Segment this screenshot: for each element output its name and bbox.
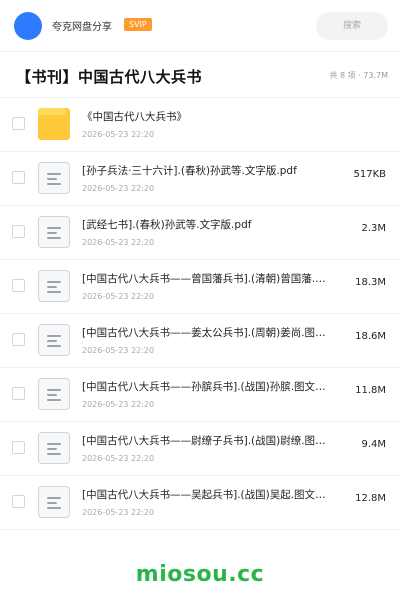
file-size: 18.6M <box>355 331 386 342</box>
document-icon <box>38 216 70 248</box>
file-name[interactable]: [中国古代八大兵书——孙膑兵书].(战国)孙膑.图文版.pdf <box>82 379 332 394</box>
file-row[interactable]: [中国古代八大兵书——曾国藩兵书].(清朝)曾国藩.图文版.pdf 2026-05… <box>0 260 400 314</box>
svip-badge: SVIP <box>124 18 152 31</box>
file-size: 9.4M <box>361 439 386 450</box>
select-checkbox[interactable] <box>12 387 25 400</box>
file-name[interactable]: 《中国古代八大兵书》 <box>82 109 332 124</box>
file-row[interactable]: [孙子兵法·三十六计].(春秋)孙武等.文字版.pdf 2026-05-23 22… <box>0 152 400 206</box>
file-row[interactable]: [武经七书].(春秋)孙武等.文字版.pdf 2026-05-23 22:20 2.… <box>0 206 400 260</box>
folder-header: 【书刊】中国古代八大兵书 共 8 项 · 73.7M <box>0 52 400 98</box>
page-title: 【书刊】中国古代八大兵书 <box>16 68 203 86</box>
watermark: miosou.cc <box>135 562 265 587</box>
select-checkbox[interactable] <box>12 225 25 238</box>
username[interactable]: 夸克网盘分享 <box>52 18 112 33</box>
document-icon <box>38 378 70 410</box>
file-date: 2026-05-23 22:20 <box>82 130 155 139</box>
file-row[interactable]: [中国古代八大兵书——吴起兵书].(战国)吴起.图文版.pdf 2026-05-2… <box>0 476 400 530</box>
folder-meta: 共 8 项 · 73.7M <box>329 71 388 80</box>
search-input[interactable]: 搜索 <box>316 12 388 40</box>
document-icon <box>38 324 70 356</box>
document-icon <box>38 432 70 464</box>
document-icon <box>38 162 70 194</box>
file-row[interactable]: [中国古代八大兵书——姜太公兵书].(周朝)姜尚.图文版.pdf 2026-05-… <box>0 314 400 368</box>
select-checkbox[interactable] <box>12 495 25 508</box>
document-icon <box>38 270 70 302</box>
file-name[interactable]: [中国古代八大兵书——尉缭子兵书].(战国)尉缭.图文版.pdf <box>82 433 332 448</box>
select-checkbox[interactable] <box>12 171 25 184</box>
top-bar: 夸克网盘分享 SVIP 搜索 <box>0 0 400 52</box>
file-date: 2026-05-23 22:20 <box>82 400 155 409</box>
avatar[interactable] <box>14 12 42 40</box>
file-name[interactable]: [中国古代八大兵书——吴起兵书].(战国)吴起.图文版.pdf <box>82 487 332 502</box>
select-checkbox[interactable] <box>12 441 25 454</box>
file-row[interactable]: [中国古代八大兵书——尉缭子兵书].(战国)尉缭.图文版.pdf 2026-05-… <box>0 422 400 476</box>
file-name[interactable]: [武经七书].(春秋)孙武等.文字版.pdf <box>82 217 332 232</box>
file-size: 517KB <box>353 169 386 180</box>
file-name[interactable]: [中国古代八大兵书——曾国藩兵书].(清朝)曾国藩.图文版.pdf <box>82 271 332 286</box>
file-list: 《中国古代八大兵书》 2026-05-23 22:20 [孙子兵法·三十六计].(春… <box>0 98 400 530</box>
file-date: 2026-05-23 22:20 <box>82 508 155 517</box>
file-date: 2026-05-23 22:20 <box>82 454 155 463</box>
select-checkbox[interactable] <box>12 333 25 346</box>
file-date: 2026-05-23 22:20 <box>82 184 155 193</box>
file-row[interactable]: [中国古代八大兵书——孙膑兵书].(战国)孙膑.图文版.pdf 2026-05-2… <box>0 368 400 422</box>
document-icon <box>38 486 70 518</box>
file-size: 2.3M <box>361 223 386 234</box>
select-checkbox[interactable] <box>12 279 25 292</box>
file-date: 2026-05-23 22:20 <box>82 238 155 247</box>
file-size: 11.8M <box>355 385 386 396</box>
file-size: 18.3M <box>355 277 386 288</box>
file-name[interactable]: [中国古代八大兵书——姜太公兵书].(周朝)姜尚.图文版.pdf <box>82 325 332 340</box>
file-name[interactable]: [孙子兵法·三十六计].(春秋)孙武等.文字版.pdf <box>82 163 332 178</box>
file-date: 2026-05-23 22:20 <box>82 346 155 355</box>
file-date: 2026-05-23 22:20 <box>82 292 155 301</box>
folder-icon <box>38 108 70 140</box>
folder-row[interactable]: 《中国古代八大兵书》 2026-05-23 22:20 <box>0 98 400 152</box>
select-checkbox[interactable] <box>12 117 25 130</box>
file-size: 12.8M <box>355 493 386 504</box>
